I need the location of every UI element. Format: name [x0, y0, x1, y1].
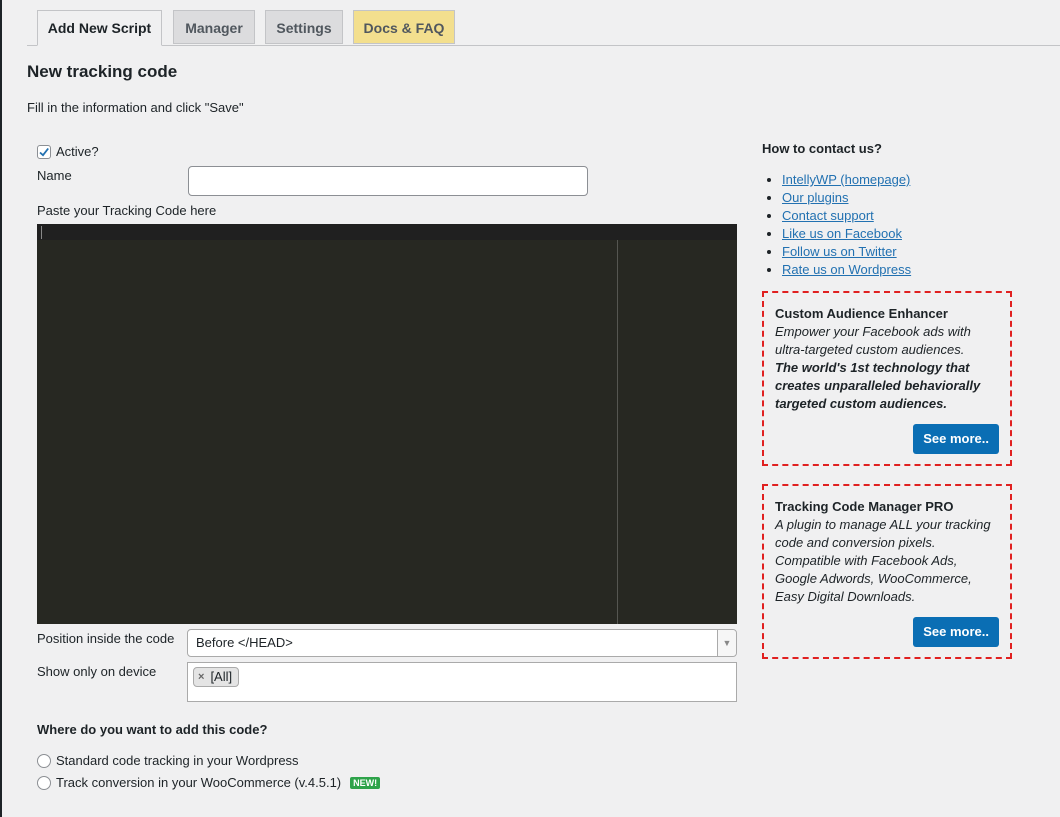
active-row: Active? — [37, 144, 99, 159]
promo-custom-audience: Custom Audience Enhancer Empower your Fa… — [762, 291, 1012, 466]
page-title: New tracking code — [27, 62, 178, 81]
position-select[interactable]: Before </HEAD> ▼ — [187, 629, 737, 657]
code-editor[interactable] — [37, 224, 737, 624]
active-checkbox[interactable] — [37, 144, 51, 159]
tab-manager[interactable]: Manager — [173, 10, 255, 44]
list-item: Rate us on Wordpress — [782, 261, 911, 279]
promo-highlight: The world's 1st technology that creates … — [775, 360, 981, 411]
list-item: Our plugins — [782, 189, 911, 207]
editor-cursor — [41, 226, 42, 239]
device-label: Show only on device — [37, 664, 157, 679]
chevron-down-icon[interactable]: ▼ — [717, 630, 736, 656]
position-select-value: Before </HEAD> — [196, 635, 293, 650]
radio-standard-row: Standard code tracking in your Wordpress — [37, 753, 299, 768]
code-label: Paste your Tracking Code here — [37, 203, 217, 218]
list-item: Like us on Facebook — [782, 225, 911, 243]
link-our-plugins[interactable]: Our plugins — [782, 190, 848, 205]
radio-woocommerce[interactable] — [37, 775, 51, 790]
active-label: Active? — [56, 144, 99, 159]
promo-tcm-pro: Tracking Code Manager PRO A plugin to ma… — [762, 484, 1012, 659]
editor-active-line — [37, 224, 737, 240]
device-multiselect[interactable]: × [All] — [187, 662, 737, 702]
list-item: Contact support — [782, 207, 911, 225]
position-label: Position inside the code — [37, 631, 175, 646]
promo-title: Custom Audience Enhancer — [775, 306, 948, 321]
link-intellywp-homepage[interactable]: IntellyWP (homepage) — [782, 172, 910, 187]
radio-standard[interactable] — [37, 753, 51, 768]
tab-add-new-script[interactable]: Add New Script — [37, 10, 162, 46]
name-label: Name — [37, 168, 72, 183]
link-twitter[interactable]: Follow us on Twitter — [782, 244, 897, 259]
checkmark-icon — [39, 147, 49, 157]
link-rate-wordpress[interactable]: Rate us on Wordpress — [782, 262, 911, 277]
tab-settings[interactable]: Settings — [265, 10, 343, 44]
radio-standard-label: Standard code tracking in your Wordpress — [56, 753, 299, 768]
list-item: IntellyWP (homepage) — [782, 171, 911, 189]
radio-woocommerce-label: Track conversion in your WooCommerce (v.… — [56, 775, 342, 790]
editor-print-margin — [617, 240, 618, 624]
remove-tag-icon[interactable]: × — [198, 668, 204, 686]
new-badge: NEW! — [350, 776, 381, 789]
see-more-button[interactable]: See more.. — [913, 617, 999, 647]
see-more-button[interactable]: See more.. — [913, 424, 999, 454]
promo-title: Tracking Code Manager PRO — [775, 499, 954, 514]
contact-links: IntellyWP (homepage) Our plugins Contact… — [762, 171, 911, 279]
device-tag: × [All] — [193, 667, 240, 687]
contact-title: How to contact us? — [762, 141, 882, 156]
device-tag-label: [All] — [210, 669, 233, 684]
tab-bar: Add New Script Manager Settings Docs & F… — [27, 10, 1060, 46]
radio-woo-row: Track conversion in your WooCommerce (v.… — [37, 775, 381, 790]
link-contact-support[interactable]: Contact support — [782, 208, 874, 223]
window-edge — [0, 0, 2, 817]
list-item: Follow us on Twitter — [782, 243, 911, 261]
promo-description: Empower your Facebook ads with ultra-tar… — [775, 324, 971, 357]
promo-description: A plugin to manage ALL your tracking cod… — [775, 517, 991, 604]
link-facebook[interactable]: Like us on Facebook — [782, 226, 902, 241]
name-input[interactable] — [188, 166, 588, 196]
intro-text: Fill in the information and click "Save" — [27, 100, 244, 115]
tab-docs-faq[interactable]: Docs & FAQ — [353, 10, 455, 44]
where-heading: Where do you want to add this code? — [37, 722, 268, 737]
